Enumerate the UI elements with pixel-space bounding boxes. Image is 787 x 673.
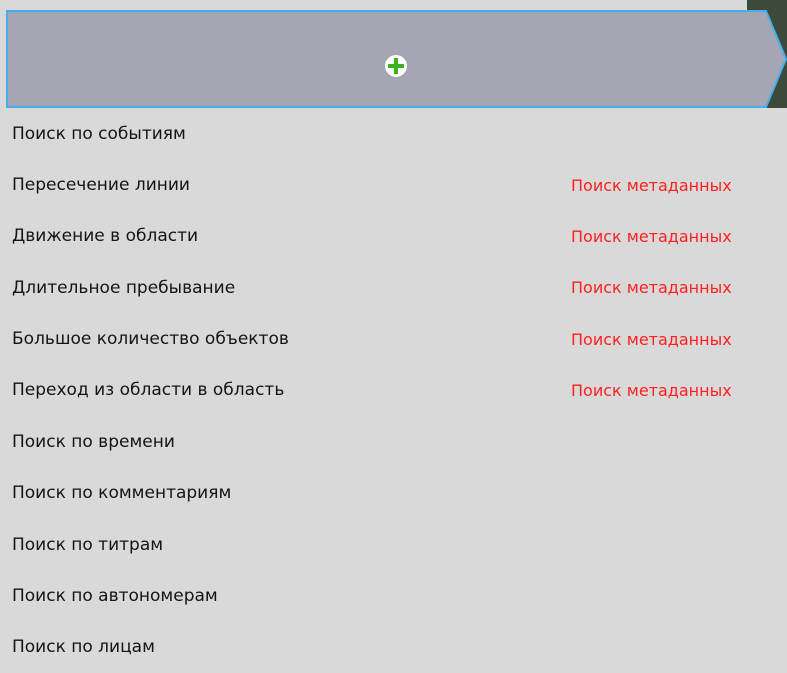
search-type-item[interactable]: Движение в области Поиск метаданных: [6, 211, 787, 262]
plus-circle-icon[interactable]: [379, 49, 413, 83]
search-type-label: Большое количество объектов: [12, 329, 289, 350]
metadata-search-tag: Поиск метаданных: [571, 329, 732, 349]
search-type-label: Длительное пребывание: [12, 277, 236, 298]
search-type-label: Поиск по титрам: [12, 534, 164, 555]
search-type-item[interactable]: Поиск по событиям: [6, 108, 787, 159]
search-type-label: Поиск по комментариям: [12, 483, 232, 504]
search-type-label: Поиск по автономерам: [12, 585, 218, 606]
metadata-search-tag: Поиск метаданных: [571, 278, 732, 298]
search-type-label: Движение в области: [12, 226, 199, 247]
search-type-item[interactable]: Поиск по автономерам: [6, 570, 787, 621]
search-type-item[interactable]: Большое количество объектов Поиск метадан…: [6, 313, 787, 364]
search-type-item[interactable]: Длительное пребывание Поиск метаданных: [6, 262, 787, 313]
metadata-search-tag: Поиск метаданных: [571, 380, 732, 400]
search-type-list: Поиск по событиям Пересечение линии Поиск …: [6, 108, 787, 673]
search-panel: Поиск по событиям Пересечение линии Поиск …: [0, 0, 787, 673]
search-type-item[interactable]: Поиск по комментариям: [6, 468, 787, 519]
search-type-label: Поиск по лицам: [12, 637, 155, 658]
search-type-item[interactable]: Переход из области в область Поиск метада…: [6, 365, 787, 416]
search-type-label: Пересечение линии: [12, 175, 190, 196]
search-type-label: Поиск по событиям: [12, 123, 186, 144]
metadata-search-tag: Поиск метаданных: [571, 226, 732, 246]
search-type-label: Переход из области в область: [12, 380, 285, 401]
search-type-item[interactable]: Пересечение линии Поиск метаданных: [6, 159, 787, 210]
metadata-search-tag: Поиск метаданных: [571, 175, 732, 195]
search-type-label: Поиск по времени: [12, 431, 175, 452]
search-type-item[interactable]: Поиск по времени: [6, 416, 787, 467]
search-type-item[interactable]: Поиск по титрам: [6, 519, 787, 570]
search-type-item[interactable]: Поиск по лицам: [6, 622, 787, 673]
